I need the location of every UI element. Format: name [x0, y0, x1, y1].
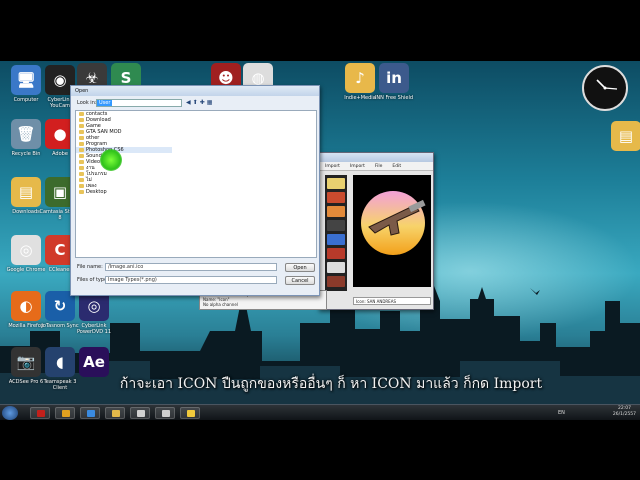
- clock-gadget[interactable]: [582, 65, 628, 111]
- thumbnail[interactable]: [327, 192, 345, 203]
- folder-name: Desktop: [86, 189, 107, 195]
- folder-icon: [79, 154, 84, 158]
- look-in-label: Look in:: [77, 100, 97, 106]
- new-folder-icon[interactable]: ✚: [200, 99, 207, 106]
- thumbnail[interactable]: [327, 178, 345, 189]
- app-icon: [62, 410, 70, 417]
- app-icon: [112, 410, 120, 417]
- video-subtitle: ก้าจะเอา ICON ปืนถูกของหรืออื่นๆ ก็ หา I…: [119, 376, 543, 392]
- icon-viewer-window[interactable]: Import Import File Edit Icon: SAN ANDREA…: [318, 152, 434, 310]
- mouse-cursor-highlight: [100, 149, 122, 171]
- file-name-label: File name:: [77, 264, 103, 270]
- shortcut-label: CyberLink PowerDVD 11: [76, 323, 112, 335]
- taskbar-app-button[interactable]: [155, 407, 175, 419]
- folder-icon: [79, 142, 84, 146]
- app-icon: [162, 410, 170, 417]
- app-icon: ▤: [11, 177, 41, 207]
- file-list[interactable]: contacts Download Game GTA SAN MOD other Prog…: [75, 110, 317, 258]
- folder-icon: [79, 178, 84, 182]
- folder-icon: [79, 172, 84, 176]
- app-icon: [137, 410, 145, 417]
- folder-icon: [79, 148, 84, 152]
- shortcut-label: INN Free Shield: [374, 95, 414, 101]
- icon-viewer-toolbar: Import Import File Edit: [319, 162, 433, 171]
- up-folder-icon[interactable]: ⬆: [193, 99, 200, 106]
- icon-viewer-titlebar[interactable]: [319, 153, 433, 162]
- icon-preview: [353, 175, 431, 287]
- open-file-dialog[interactable]: Open Look in: User ◀⬆✚▦ contacts Download…: [70, 85, 320, 296]
- app-icon: 🗑: [11, 119, 41, 149]
- file-name-input[interactable]: /Image.ani.ico: [105, 263, 277, 271]
- taskbar-app-button[interactable]: [30, 407, 50, 419]
- clock-face-icon: [596, 79, 618, 90]
- thumbnail[interactable]: [327, 276, 345, 287]
- app-icon: in: [379, 63, 409, 93]
- folder-item[interactable]: Desktop: [76, 189, 316, 195]
- folder-icon: [79, 184, 84, 188]
- folder-icon: [79, 124, 84, 128]
- back-icon[interactable]: ◀: [186, 99, 193, 106]
- toolbar-tab[interactable]: Import: [325, 162, 340, 170]
- thumbnail-strip[interactable]: [325, 175, 347, 291]
- thumbnail[interactable]: [327, 234, 345, 245]
- toolbar-tab[interactable]: Edit: [392, 162, 401, 170]
- app-icon: [87, 410, 95, 417]
- folder-icon: [79, 130, 84, 134]
- system-clock[interactable]: 22:07 26/1/2557: [613, 406, 636, 418]
- file-type-select[interactable]: Image Types(*.png): [105, 276, 277, 284]
- app-icon: [37, 410, 45, 417]
- app-icon: ◐: [11, 291, 41, 321]
- folder-icon-right[interactable]: ▤: [604, 121, 640, 151]
- taskbar-app-button[interactable]: [180, 407, 200, 419]
- folder-icon: [79, 190, 84, 194]
- cancel-button[interactable]: Cancel: [285, 276, 315, 285]
- taskbar-app-button[interactable]: [130, 407, 150, 419]
- tray-date: 26/1/2557: [612, 412, 636, 417]
- app-icon: ♪: [345, 63, 375, 93]
- toolbar-tab[interactable]: File: [375, 162, 383, 170]
- taskbar-app-button[interactable]: [55, 407, 75, 419]
- thumbnail[interactable]: [327, 262, 345, 273]
- taskbar-app-button[interactable]: [80, 407, 100, 419]
- pistol-icon: [361, 191, 426, 255]
- view-menu-icon[interactable]: ▦: [207, 99, 215, 106]
- desktop[interactable]: 🖥 Computer ◉ CyberLink YouCam 🗑 Recycle Bin ● A…: [0, 61, 640, 404]
- language-indicator[interactable]: EN: [558, 410, 565, 416]
- folder-icon: ▤: [611, 121, 640, 151]
- dialog-toolbar: ◀⬆✚▦: [186, 99, 214, 106]
- start-button[interactable]: [2, 406, 18, 420]
- desktop-shortcut[interactable]: in INN Free Shield: [372, 63, 416, 101]
- info-line: No alpha channel: [203, 302, 238, 307]
- folder-icon: [79, 136, 84, 140]
- folder-icon: [79, 166, 84, 170]
- app-icon: 🖥: [11, 65, 41, 95]
- thumbnail[interactable]: [327, 206, 345, 217]
- folder-icon: [79, 160, 84, 164]
- dialog-title[interactable]: Open: [71, 86, 319, 96]
- look-in-select[interactable]: User: [96, 99, 182, 107]
- app-icon: ◎: [11, 235, 41, 265]
- folder-icon: [79, 118, 84, 122]
- open-button[interactable]: Open: [285, 263, 315, 272]
- thumbnail[interactable]: [327, 220, 345, 231]
- toolbar-tab[interactable]: Import: [350, 162, 365, 170]
- folder-icon: [79, 112, 84, 116]
- screen: 🖥 Computer ◉ CyberLink YouCam 🗑 Recycle Bin ● A…: [0, 0, 640, 480]
- app-icon: [187, 410, 195, 417]
- taskbar-app-button[interactable]: [105, 407, 125, 419]
- desktop-shortcut[interactable]: ◎ CyberLink PowerDVD 11: [72, 291, 116, 335]
- thumbnail[interactable]: [327, 248, 345, 259]
- look-in-value: User: [97, 100, 113, 106]
- taskbar: EN 22:07 26/1/2557: [0, 404, 640, 420]
- status-bar: Icon: SAN ANDREAS: [353, 297, 431, 305]
